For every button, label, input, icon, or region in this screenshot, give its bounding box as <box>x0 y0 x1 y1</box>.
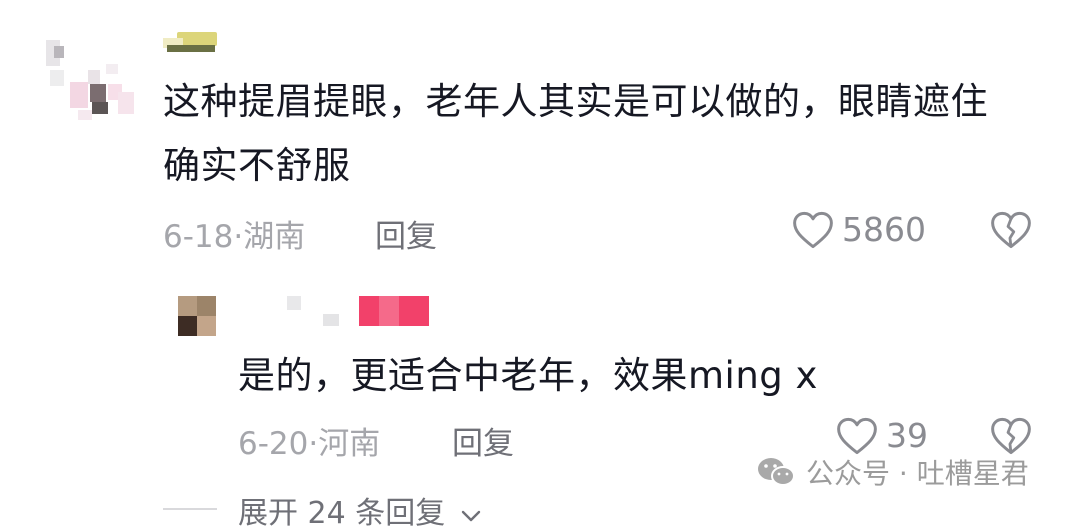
heart-outline-icon[interactable] <box>836 416 878 456</box>
expand-replies-label: 展开 24 条回复 <box>238 496 446 531</box>
broken-heart-icon[interactable] <box>990 210 1032 250</box>
watermark-text: 公众号 · 吐槽星君 <box>806 457 1029 490</box>
like-count: 39 <box>886 416 928 455</box>
reply-date-location: 6-20·河南 <box>238 426 381 462</box>
avatar[interactable] <box>178 296 216 336</box>
avatar[interactable] <box>40 30 140 120</box>
broken-heart-icon[interactable] <box>990 416 1032 456</box>
comment-text-line-1: 这种提眉提眼，老年人其实是可以做的，眼睛遮住 <box>163 80 988 123</box>
comment-date-location: 6-18·湖南 <box>163 219 306 255</box>
chevron-down-icon <box>461 496 481 531</box>
wechat-icon <box>756 455 796 489</box>
username[interactable] <box>163 28 223 54</box>
comment-text-line-2: 确实不舒服 <box>163 144 351 187</box>
heart-outline-icon[interactable] <box>792 210 834 250</box>
expand-replies-button[interactable]: 展开 24 条回复 <box>238 488 481 532</box>
reply-button[interactable]: 回复 <box>452 418 514 463</box>
reply-text: 是的，更适合中老年，效果ming x <box>238 354 818 397</box>
divider <box>163 508 217 510</box>
like-count: 5860 <box>842 210 926 249</box>
reply-button[interactable]: 回复 <box>375 211 437 256</box>
username[interactable] <box>285 294 435 334</box>
